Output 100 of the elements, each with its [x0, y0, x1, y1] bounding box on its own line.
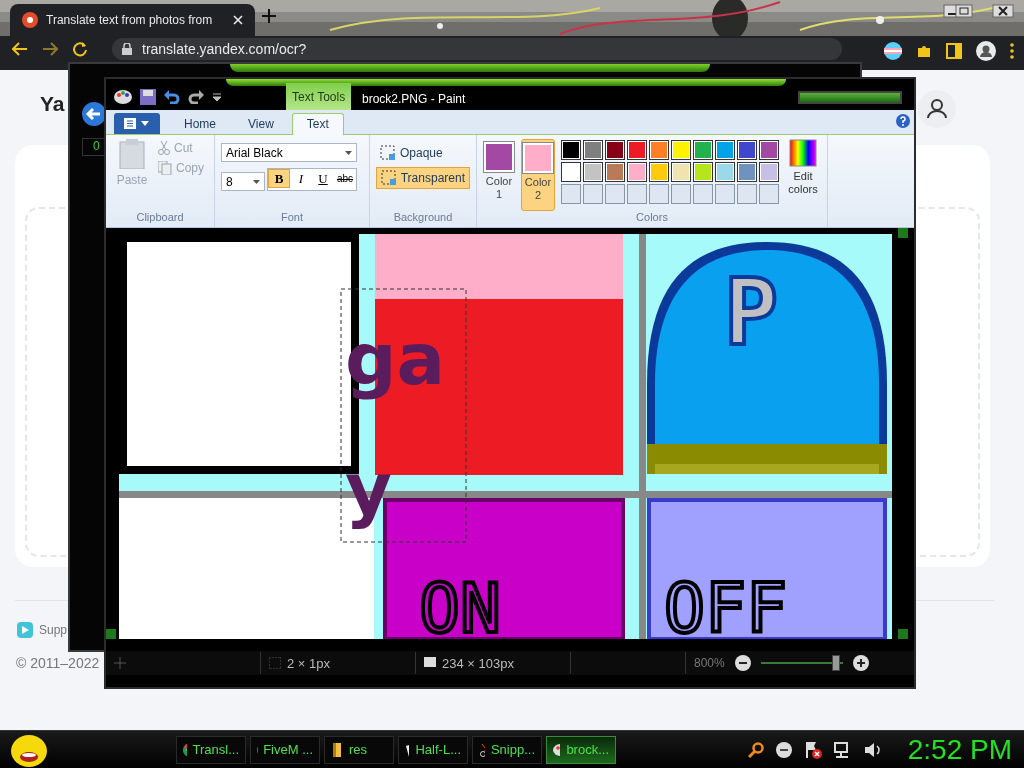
flag-icon[interactable]: [884, 42, 902, 60]
empty-color-slot[interactable]: [561, 184, 581, 204]
profile-icon[interactable]: [918, 90, 956, 128]
italic-button[interactable]: I: [290, 169, 312, 188]
empty-color-slot[interactable]: [693, 184, 713, 204]
ribbon-tab[interactable]: Text: [291, 113, 344, 135]
empty-color-slot[interactable]: [759, 184, 779, 204]
color-slot[interactable]: Color 1: [483, 139, 515, 211]
palette-color[interactable]: [693, 162, 713, 182]
palette-color[interactable]: [759, 162, 779, 182]
palette-color[interactable]: [649, 140, 669, 160]
new-tab-icon[interactable]: [262, 9, 276, 23]
taskbar-button[interactable]: res: [324, 735, 394, 764]
palette-color[interactable]: [759, 140, 779, 160]
palette-color[interactable]: [583, 140, 603, 160]
rainbow-icon: [789, 139, 817, 167]
font-family-dropdown[interactable]: Arial Black: [221, 143, 357, 162]
ribbon-tab[interactable]: Home: [170, 114, 230, 134]
window-controls[interactable]: [798, 91, 902, 104]
empty-color-slot[interactable]: [715, 184, 735, 204]
smiley-start-button[interactable]: [10, 732, 48, 767]
palette-color[interactable]: [561, 140, 581, 160]
empty-color-slot[interactable]: [671, 184, 691, 204]
resize-handle[interactable]: [898, 629, 908, 639]
clipboard-icon: [119, 139, 145, 169]
search-icon[interactable]: [747, 741, 764, 758]
reload-icon[interactable]: [72, 41, 88, 57]
palette-color[interactable]: [671, 162, 691, 182]
taskbar-button[interactable]: Transl...: [176, 735, 246, 764]
background-option[interactable]: Opaque: [376, 143, 470, 163]
minus-circle-icon[interactable]: [775, 741, 792, 758]
bold-button[interactable]: B: [268, 169, 290, 188]
palette-color[interactable]: [715, 140, 735, 160]
dropdown-arrow-icon[interactable]: [345, 150, 352, 155]
strike-button[interactable]: abc: [334, 169, 356, 188]
font-size-dropdown[interactable]: 8: [221, 172, 265, 191]
zoom-out-icon[interactable]: [734, 655, 751, 671]
palette-color[interactable]: [605, 162, 625, 182]
palette-color[interactable]: [737, 162, 757, 182]
button-label: OFF: [664, 569, 787, 639]
palette-color[interactable]: [627, 140, 647, 160]
empty-color-slot[interactable]: [737, 184, 757, 204]
taskbar-button[interactable]: brock...: [546, 735, 616, 764]
undo-icon[interactable]: [164, 90, 180, 104]
image-size: 234 × 103px: [442, 655, 514, 671]
palette-color[interactable]: [715, 162, 735, 182]
zoom-slider[interactable]: [831, 655, 840, 671]
browser-tab[interactable]: Translate text from photos from: [10, 4, 255, 36]
file-menu-button[interactable]: [114, 113, 160, 134]
resize-handle[interactable]: [898, 228, 908, 238]
palette-color[interactable]: [649, 162, 669, 182]
taskbar-button[interactable]: Snipp...: [472, 735, 542, 764]
group-label: Clipboard: [135, 211, 185, 225]
underline-button[interactable]: U: [312, 169, 334, 188]
palette-color[interactable]: [627, 162, 647, 182]
dropdown-icon[interactable]: [212, 93, 222, 101]
redo-icon[interactable]: [188, 90, 204, 104]
speaker-icon[interactable]: [863, 741, 882, 758]
edit-colors-button[interactable]: Edit colors: [785, 139, 821, 211]
taskbar-button[interactable]: Half-L...: [398, 735, 468, 764]
support-link[interactable]: Supp: [39, 623, 68, 637]
palette-color[interactable]: [671, 140, 691, 160]
empty-color-slot[interactable]: [649, 184, 669, 204]
menu-icon[interactable]: [1010, 43, 1014, 59]
palette-color[interactable]: [561, 162, 581, 182]
text-frame-icon: [380, 145, 396, 161]
puzzle-icon[interactable]: [916, 43, 932, 59]
back-button[interactable]: [82, 102, 106, 126]
profile-icon[interactable]: [976, 41, 996, 61]
brand-logo[interactable]: Ya: [40, 92, 65, 116]
back-arrow-icon[interactable]: [12, 42, 28, 56]
window-title: brock2.PNG - Paint: [362, 92, 466, 106]
help-icon[interactable]: [896, 114, 910, 128]
palette-color[interactable]: [583, 162, 603, 182]
forward-arrow-icon[interactable]: [42, 42, 58, 56]
address-field[interactable]: translate.yandex.com/ocr?: [112, 38, 842, 60]
zoom-in-icon[interactable]: [852, 655, 869, 671]
group-label: Colors: [635, 211, 669, 225]
lock-icon: [122, 43, 132, 55]
resize-handle[interactable]: [106, 629, 116, 639]
close-icon[interactable]: [992, 4, 1014, 18]
empty-color-slot[interactable]: [605, 184, 625, 204]
palette-color[interactable]: [605, 140, 625, 160]
side-panel-icon[interactable]: [946, 43, 962, 59]
background-option[interactable]: Transparent: [376, 167, 470, 189]
clock: 2:52 PM: [907, 733, 1012, 766]
taskbar-button[interactable]: FiveM ...: [250, 735, 320, 764]
empty-color-slot[interactable]: [583, 184, 603, 204]
palette-color[interactable]: [737, 140, 757, 160]
copyright-text: © 2011–2022: [16, 655, 100, 671]
color-slot[interactable]: Color 2: [521, 139, 555, 211]
save-icon[interactable]: [140, 89, 156, 105]
maximize-icon[interactable]: [955, 4, 973, 18]
palette-color[interactable]: [693, 140, 713, 160]
flag-warning-icon[interactable]: [803, 740, 822, 759]
ribbon-tab[interactable]: View: [234, 114, 288, 134]
selection-size: 2 × 1px: [287, 655, 330, 671]
empty-color-slot[interactable]: [627, 184, 647, 204]
cursor-position-icon: [114, 657, 126, 669]
dropdown-arrow-icon[interactable]: [253, 179, 260, 184]
